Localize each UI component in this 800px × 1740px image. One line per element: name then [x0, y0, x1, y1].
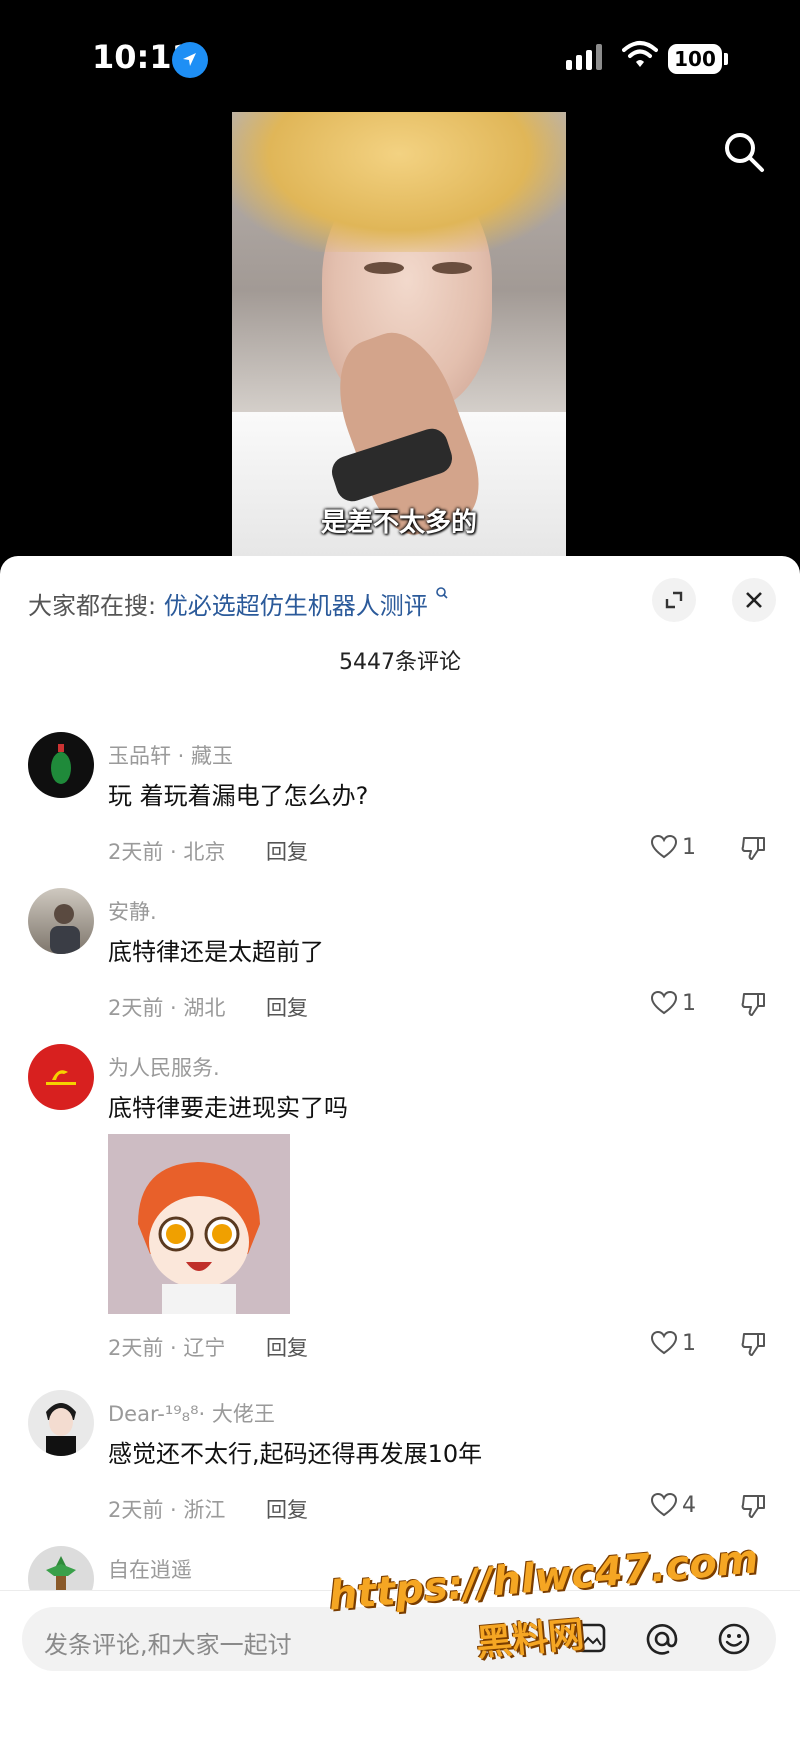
avatar[interactable]: [28, 1044, 94, 1110]
comment-meta: 2天前 · 浙江: [108, 1498, 226, 1522]
username[interactable]: 玉品轩 · 藏玉: [108, 740, 233, 770]
wifi-icon: [622, 40, 658, 74]
username[interactable]: 自在逍遥: [108, 1554, 192, 1584]
comment-meta: 2天前 · 辽宁: [108, 1336, 226, 1360]
like-count: 1: [682, 834, 696, 860]
comment-text: 底特律要走进现实了吗: [108, 1094, 348, 1122]
location-arrow-icon: [172, 42, 208, 78]
small-search-icon: [436, 587, 448, 599]
search-suggestion-query[interactable]: 优必选超仿生机器人测评: [164, 592, 428, 620]
like-button[interactable]: 1: [650, 1330, 696, 1356]
dislike-button[interactable]: [740, 1330, 768, 1362]
status-bar: 10:11 100: [0, 0, 800, 172]
like-count: 1: [682, 1330, 696, 1356]
comment-text: 玩 着玩着漏电了怎么办?: [108, 782, 369, 810]
like-count: 4: [682, 1492, 696, 1518]
expand-icon: [665, 591, 683, 609]
mention-button[interactable]: [644, 1621, 680, 1661]
avatar[interactable]: [28, 1390, 94, 1456]
like-button[interactable]: 4: [650, 1492, 696, 1518]
like-button[interactable]: 1: [650, 834, 696, 860]
like-count: 1: [682, 990, 696, 1016]
comment-meta: 2天前 · 湖北: [108, 996, 226, 1020]
reply-button[interactable]: 回复: [266, 992, 308, 1022]
comment-input[interactable]: 发条评论,和大家一起讨: [22, 1607, 776, 1671]
avatar[interactable]: [28, 888, 94, 954]
heart-icon: [650, 990, 678, 1015]
comment-text: 感觉还不太行,起码还得再发展10年: [108, 1440, 483, 1468]
close-button[interactable]: [732, 578, 776, 622]
reply-button[interactable]: 回复: [266, 836, 308, 866]
dislike-icon: [741, 1333, 765, 1356]
heart-icon: [650, 1330, 678, 1355]
emoji-icon: [718, 1623, 750, 1655]
comment-text: 底特律还是太超前了: [108, 938, 324, 966]
username[interactable]: Dear-¹⁹₈⁸· 大佬王: [108, 1398, 275, 1428]
reply-button[interactable]: 回复: [266, 1494, 308, 1524]
comment-count: 5447条评论: [339, 650, 461, 675]
username[interactable]: 安静.: [108, 896, 157, 926]
search-suggestion[interactable]: 大家都在搜: 优必选超仿生机器人测评: [28, 586, 449, 621]
like-button[interactable]: 1: [650, 990, 696, 1016]
search-icon[interactable]: [722, 130, 766, 178]
signal-icon: [566, 44, 606, 74]
close-icon: [746, 592, 762, 608]
expand-button[interactable]: [652, 578, 696, 622]
comment-sticker-image[interactable]: [108, 1134, 290, 1314]
search-suggestion-prefix: 大家都在搜:: [28, 592, 157, 620]
dislike-button[interactable]: [740, 1492, 768, 1524]
dislike-button[interactable]: [740, 834, 768, 866]
video-frame[interactable]: 是差不太多的: [232, 112, 566, 558]
reply-button[interactable]: 回复: [266, 1332, 308, 1362]
dislike-icon: [741, 993, 765, 1016]
watermark-name: 黑料网: [474, 1614, 586, 1665]
avatar[interactable]: [28, 732, 94, 798]
heart-icon: [650, 1492, 678, 1517]
dislike-icon: [741, 1495, 765, 1518]
comment-input-placeholder: 发条评论,和大家一起讨: [44, 1631, 292, 1659]
heart-icon: [650, 834, 678, 859]
dislike-button[interactable]: [740, 990, 768, 1022]
dislike-icon: [741, 837, 765, 860]
battery-indicator: 100: [668, 44, 722, 74]
video-subtitle: 是差不太多的: [320, 508, 477, 538]
comment-meta: 2天前 · 北京: [108, 840, 226, 864]
username[interactable]: 为人民服务.: [108, 1052, 220, 1082]
at-icon: [646, 1624, 678, 1655]
emoji-button[interactable]: [716, 1621, 752, 1661]
